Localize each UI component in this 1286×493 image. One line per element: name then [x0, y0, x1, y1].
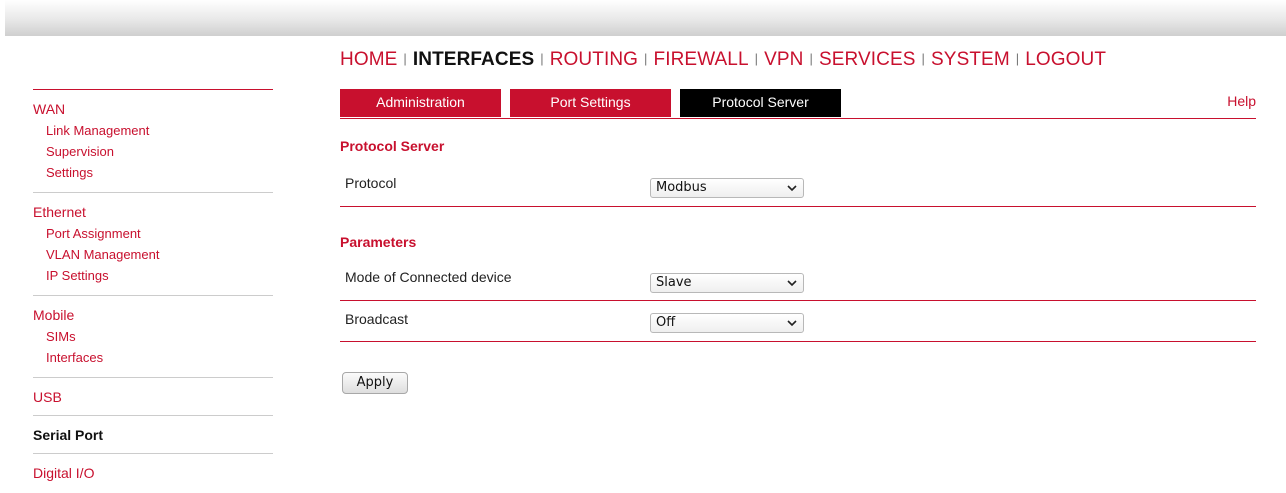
sidebar-item-wan[interactable]: WAN — [33, 101, 273, 118]
form-row-mode: Mode of Connected device Slave — [340, 260, 1256, 301]
protocol-select[interactable]: Modbus — [650, 178, 804, 198]
chevron-down-icon — [787, 185, 797, 192]
broadcast-select-value: Off — [656, 315, 676, 330]
nav-separator: | — [1015, 51, 1020, 66]
sidebar-item-vlan-management[interactable]: VLAN Management — [33, 244, 273, 265]
mode-select[interactable]: Slave — [650, 273, 804, 293]
sidebar-group-ethernet: Ethernet Port Assignment VLAN Management… — [33, 193, 273, 296]
sidebar-item-sims[interactable]: SIMs — [33, 326, 273, 347]
nav-separator: | — [644, 51, 648, 66]
mode-select-value: Slave — [656, 275, 692, 290]
form-row-protocol: Protocol Modbus — [340, 166, 1256, 207]
nav-services[interactable]: SERVICES — [819, 49, 916, 70]
top-header-bar — [5, 0, 1286, 36]
sidebar-item-settings[interactable]: Settings — [33, 162, 273, 183]
tab-port-settings[interactable]: Port Settings — [510, 89, 671, 117]
sidebar-group-usb: USB — [33, 378, 273, 416]
sidebar-item-ethernet[interactable]: Ethernet — [33, 204, 273, 221]
section-title-parameters: Parameters — [340, 234, 417, 250]
sidebar-item-serial-port[interactable]: Serial Port — [33, 427, 273, 444]
tab-protocol-server[interactable]: Protocol Server — [680, 89, 841, 117]
nav-separator: | — [540, 51, 544, 66]
nav-vpn[interactable]: VPN — [764, 49, 803, 70]
main-navigation: HOME | INTERFACES | ROUTING | FIREWALL | VPN | SER… — [340, 49, 1106, 71]
tab-bar: Administration Port Settings Protocol Se… — [340, 89, 1256, 119]
section-title-protocol-server: Protocol Server — [340, 138, 445, 154]
sidebar-group-serial-port: Serial Port — [33, 416, 273, 454]
sidebar-group-mobile: Mobile SIMs Interfaces — [33, 296, 273, 378]
sidebar: WAN Link Management Supervision Settings… — [33, 89, 273, 491]
broadcast-select[interactable]: Off — [650, 313, 804, 333]
sidebar-item-link-management[interactable]: Link Management — [33, 120, 273, 141]
nav-separator: | — [809, 51, 813, 66]
nav-logout[interactable]: LOGOUT — [1025, 49, 1106, 70]
apply-button[interactable]: Apply — [342, 372, 408, 394]
nav-separator: | — [754, 51, 759, 66]
sidebar-item-supervision[interactable]: Supervision — [33, 141, 273, 162]
help-link[interactable]: Help — [1227, 93, 1256, 109]
sidebar-item-digital-io[interactable]: Digital I/O — [33, 465, 273, 482]
sidebar-item-usb[interactable]: USB — [33, 389, 273, 406]
nav-home[interactable]: HOME — [340, 49, 397, 70]
sidebar-group-wan: WAN Link Management Supervision Settings — [33, 90, 273, 193]
nav-separator: | — [921, 51, 926, 66]
nav-system[interactable]: SYSTEM — [931, 49, 1010, 70]
nav-firewall[interactable]: FIREWALL — [654, 49, 749, 70]
chevron-down-icon — [787, 280, 797, 287]
form-row-broadcast: Broadcast Off — [340, 301, 1256, 342]
nav-routing[interactable]: ROUTING — [550, 49, 638, 70]
mode-label: Mode of Connected device — [345, 269, 512, 285]
nav-separator: | — [403, 51, 407, 66]
tab-administration[interactable]: Administration — [340, 89, 501, 117]
sidebar-item-ip-settings[interactable]: IP Settings — [33, 265, 273, 286]
sidebar-item-mobile[interactable]: Mobile — [33, 307, 273, 324]
sidebar-item-interfaces[interactable]: Interfaces — [33, 347, 273, 368]
protocol-select-value: Modbus — [656, 180, 707, 195]
broadcast-label: Broadcast — [345, 311, 409, 327]
nav-interfaces[interactable]: INTERFACES — [413, 49, 534, 70]
protocol-label: Protocol — [345, 175, 397, 191]
sidebar-group-digital-io: Digital I/O — [33, 454, 273, 491]
chevron-down-icon — [787, 320, 797, 327]
sidebar-item-port-assignment[interactable]: Port Assignment — [33, 223, 273, 244]
